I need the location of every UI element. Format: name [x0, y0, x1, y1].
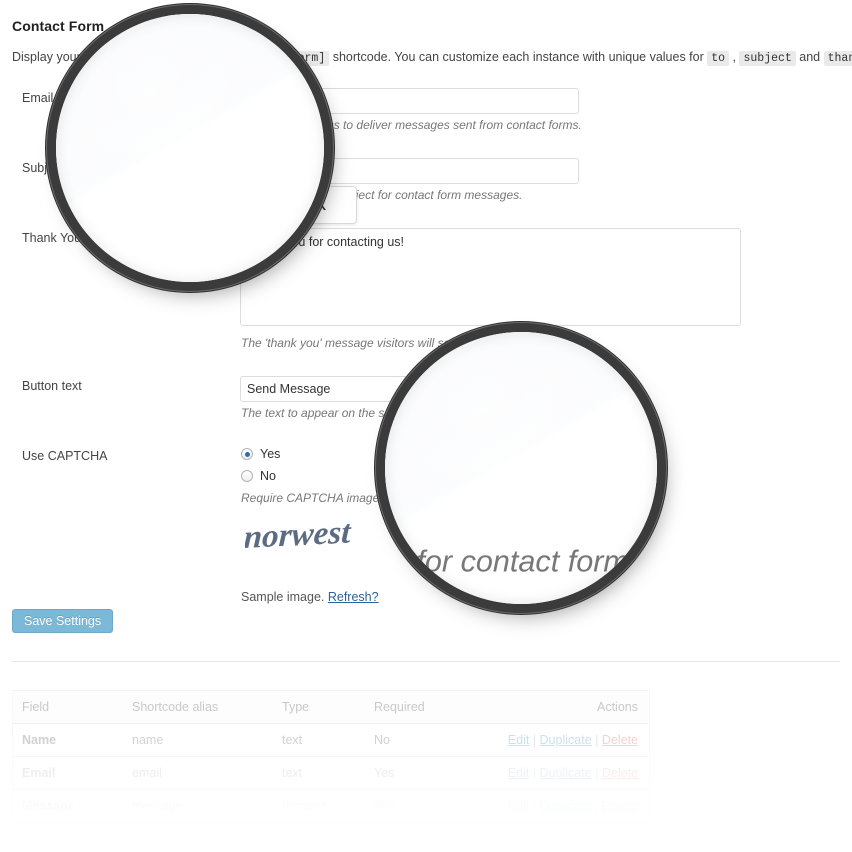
cell-actions: Edit | Duplicate | Delete — [494, 756, 648, 790]
table-row: Email email text Yes Edit | Duplicate | … — [12, 756, 648, 790]
magnifier-content-bottom: The 'thank you' message visitors will se… — [385, 332, 657, 604]
delete-link[interactable]: Delete — [602, 799, 638, 813]
action-separator: | — [529, 766, 540, 780]
captcha-refresh-link[interactable]: Refresh? — [328, 590, 379, 604]
column-header-required: Required — [364, 690, 494, 724]
label-use-captcha: Use CAPTCHA — [22, 449, 108, 463]
cell-type: textarea — [272, 789, 364, 823]
fields-table-container: Field Shortcode alias Type Required Acti… — [12, 690, 650, 823]
action-separator: | — [591, 733, 602, 747]
action-separator: | — [529, 733, 540, 747]
cell-alias: message — [122, 789, 272, 823]
delete-link[interactable]: Delete — [602, 766, 638, 780]
action-separator: | — [529, 799, 540, 813]
cell-type: text — [272, 723, 364, 757]
action-separator: | — [591, 799, 602, 813]
code-to: to — [707, 51, 730, 66]
code-subject: subject — [739, 51, 796, 66]
cell-type: text — [272, 756, 364, 790]
code-thankyou: thankyou — [823, 51, 852, 66]
radio-yes-label: Yes — [260, 447, 281, 461]
cell-required: Yes — [364, 756, 494, 790]
table-row: Message message textarea Yes Edit | Dupl… — [12, 789, 648, 823]
captcha-image: norwest — [245, 514, 353, 556]
radio-no-label: No — [260, 469, 276, 483]
lens2-help-use-captcha: Require CAPTCHA image verification for c… — [385, 543, 657, 580]
column-header-alias: Shortcode alias — [122, 690, 272, 724]
radio-option-no[interactable]: No — [241, 469, 276, 483]
cell-field[interactable]: Name — [12, 723, 122, 757]
desc-part-3: , — [729, 50, 740, 64]
fields-table: Field Shortcode alias Type Required Acti… — [12, 690, 648, 823]
magnifier-content-top: Contact Form Display your form anywhere … — [56, 14, 324, 282]
sample-image-text: Sample image. — [241, 590, 328, 604]
edit-link[interactable]: Edit — [508, 766, 530, 780]
cell-actions: Edit | Duplicate | Delete — [494, 723, 648, 757]
action-separator: | — [591, 766, 602, 780]
duplicate-link[interactable]: Duplicate — [540, 733, 592, 747]
section-divider — [12, 661, 840, 662]
edit-link[interactable]: Edit — [508, 733, 530, 747]
column-header-actions: Actions — [494, 690, 648, 724]
duplicate-link[interactable]: Duplicate — [540, 799, 592, 813]
desc-part-2: shortcode. You can customize each instan… — [329, 50, 708, 64]
cell-required: No — [364, 723, 494, 757]
save-settings-button[interactable]: Save Settings — [12, 609, 114, 633]
cell-field[interactable]: Email — [12, 756, 122, 790]
cell-required: Yes — [364, 789, 494, 823]
cell-alias: email — [122, 756, 272, 790]
cell-actions: Edit | Duplicate | Delete — [494, 789, 648, 823]
radio-no-icon[interactable] — [241, 470, 253, 482]
lens2-help-button-text: The text to appear on the send button. — [385, 332, 420, 363]
magnifier-lens-bottom: The 'thank you' message visitors will se… — [385, 332, 657, 604]
column-header-field: Field — [12, 690, 122, 724]
label-button-text: Button text — [22, 379, 82, 393]
edit-link[interactable]: Edit — [508, 799, 530, 813]
cell-field[interactable]: Message — [12, 789, 122, 823]
table-header-row: Field Shortcode alias Type Required Acti… — [12, 690, 648, 724]
captcha-sample-line: Sample image. Refresh? — [241, 590, 379, 604]
column-header-type: Type — [272, 690, 364, 724]
desc-part-4: and — [795, 50, 824, 64]
magnifier-lens-top: Contact Form Display your form anywhere … — [56, 14, 324, 282]
table-row: Name name text No Edit | Duplicate | Del… — [12, 723, 648, 757]
captcha-word: norwest — [245, 514, 353, 556]
delete-link[interactable]: Delete — [602, 733, 638, 747]
cell-alias: name — [122, 723, 272, 757]
radio-yes-icon[interactable] — [241, 448, 253, 460]
duplicate-link[interactable]: Duplicate — [540, 766, 592, 780]
radio-option-yes[interactable]: Yes — [241, 447, 280, 461]
